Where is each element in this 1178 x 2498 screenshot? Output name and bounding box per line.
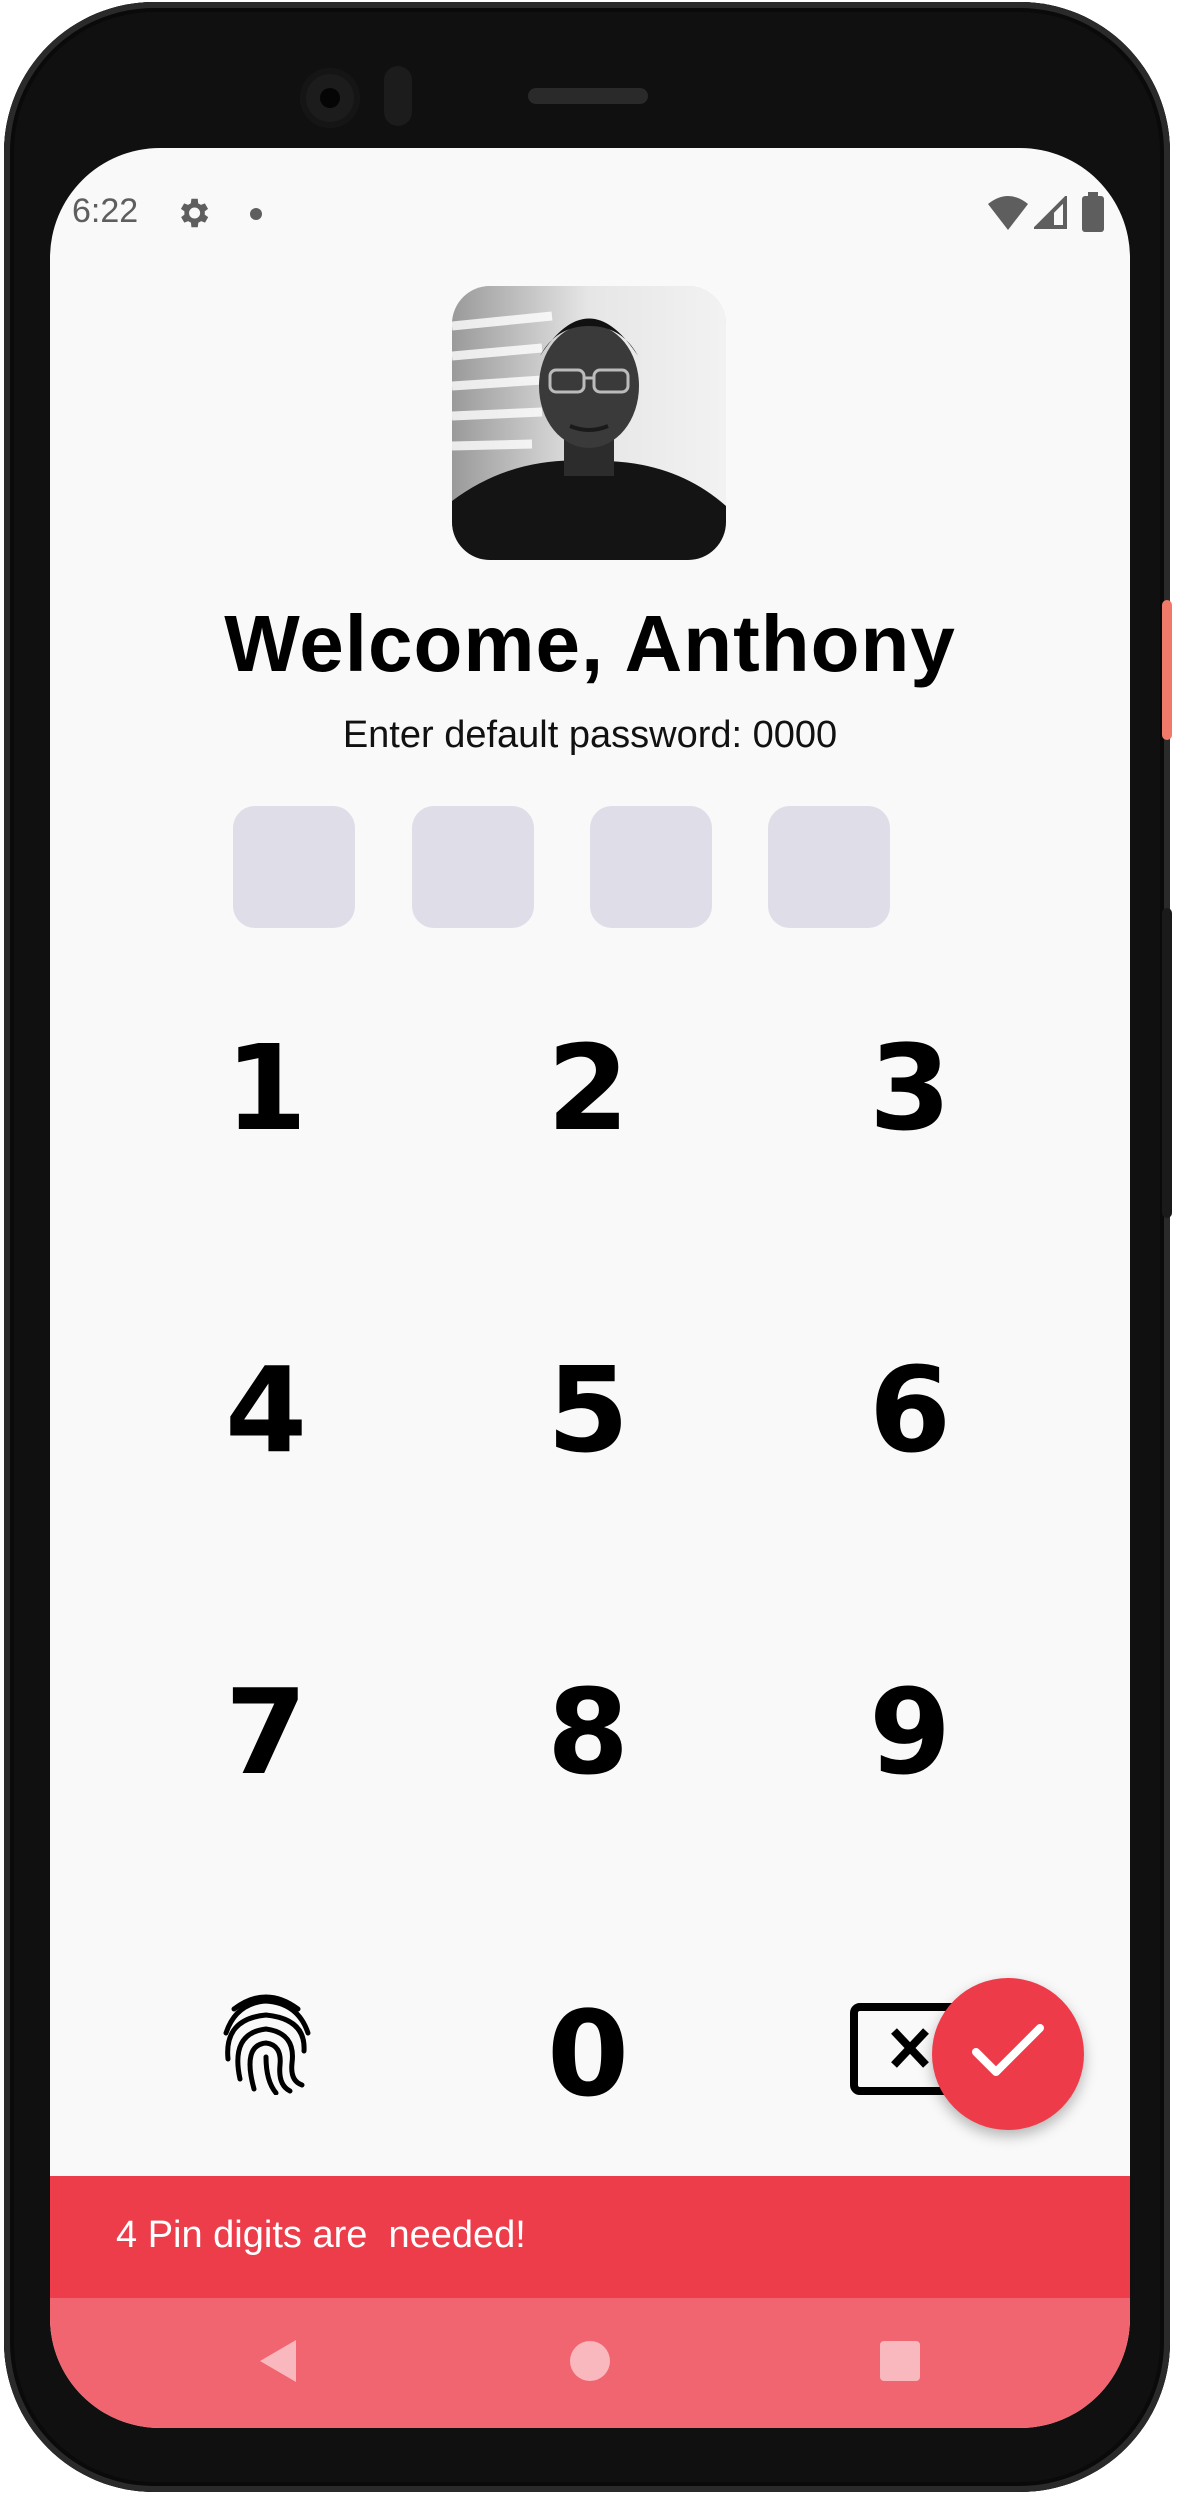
power-button [1162, 908, 1172, 1218]
keypad-key-9[interactable]: 9 [810, 1632, 1010, 1832]
fingerprint-icon [216, 1985, 316, 2123]
pin-digit-box-2 [412, 806, 534, 928]
cell-signal-icon [1032, 194, 1068, 234]
status-time: 6:22 [72, 192, 139, 230]
nav-back-button[interactable] [178, 2298, 378, 2428]
submit-fab[interactable] [932, 1978, 1084, 2130]
back-icon [258, 2338, 298, 2388]
fingerprint-button[interactable] [166, 1954, 366, 2154]
keypad-key-4[interactable]: 4 [166, 1310, 366, 1510]
proximity-sensor [384, 66, 412, 126]
keypad-key-5[interactable]: 5 [488, 1310, 688, 1510]
keypad-key-8[interactable]: 8 [488, 1632, 688, 1832]
app-screen: 6:22 Welcome, Anthony Enter default pass… [50, 148, 1130, 2428]
phone-frame: 6:22 Welcome, Anthony Enter default pass… [4, 2, 1172, 2492]
password-hint: Enter default password: 0000 [342, 714, 838, 756]
battery-icon [1082, 192, 1104, 236]
checkmark-icon [970, 2022, 1046, 2086]
keypad-key-0[interactable]: 0 [488, 1954, 688, 2154]
notification-dot-icon [250, 208, 262, 220]
status-bar: 6:22 [50, 148, 1130, 278]
keypad-key-2[interactable]: 2 [488, 988, 688, 1188]
wifi-icon [988, 196, 1028, 234]
volume-accent-button [1162, 600, 1172, 740]
keypad-key-1[interactable]: 1 [166, 988, 366, 1188]
pin-digit-box-4 [768, 806, 890, 928]
pin-digit-box-1 [233, 806, 355, 928]
front-camera [300, 68, 360, 128]
snackbar: 4 Pin digits are needed! [50, 2176, 1130, 2298]
keypad-key-3[interactable]: 3 [810, 988, 1010, 1188]
navigation-bar [50, 2298, 1130, 2428]
avatar [452, 286, 726, 560]
welcome-heading: Welcome, Anthony [224, 599, 956, 688]
gear-icon [174, 194, 212, 236]
nav-recents-button[interactable] [800, 2298, 1000, 2428]
snackbar-message: 4 Pin digits are needed! [116, 2214, 526, 2256]
recents-icon [880, 2341, 920, 2385]
keypad-key-6[interactable]: 6 [810, 1310, 1010, 1510]
pin-digit-box-3 [590, 806, 712, 928]
home-icon [569, 2340, 611, 2386]
nav-home-button[interactable] [490, 2298, 690, 2428]
earpiece-speaker [528, 88, 648, 104]
keypad-key-7[interactable]: 7 [166, 1632, 366, 1832]
